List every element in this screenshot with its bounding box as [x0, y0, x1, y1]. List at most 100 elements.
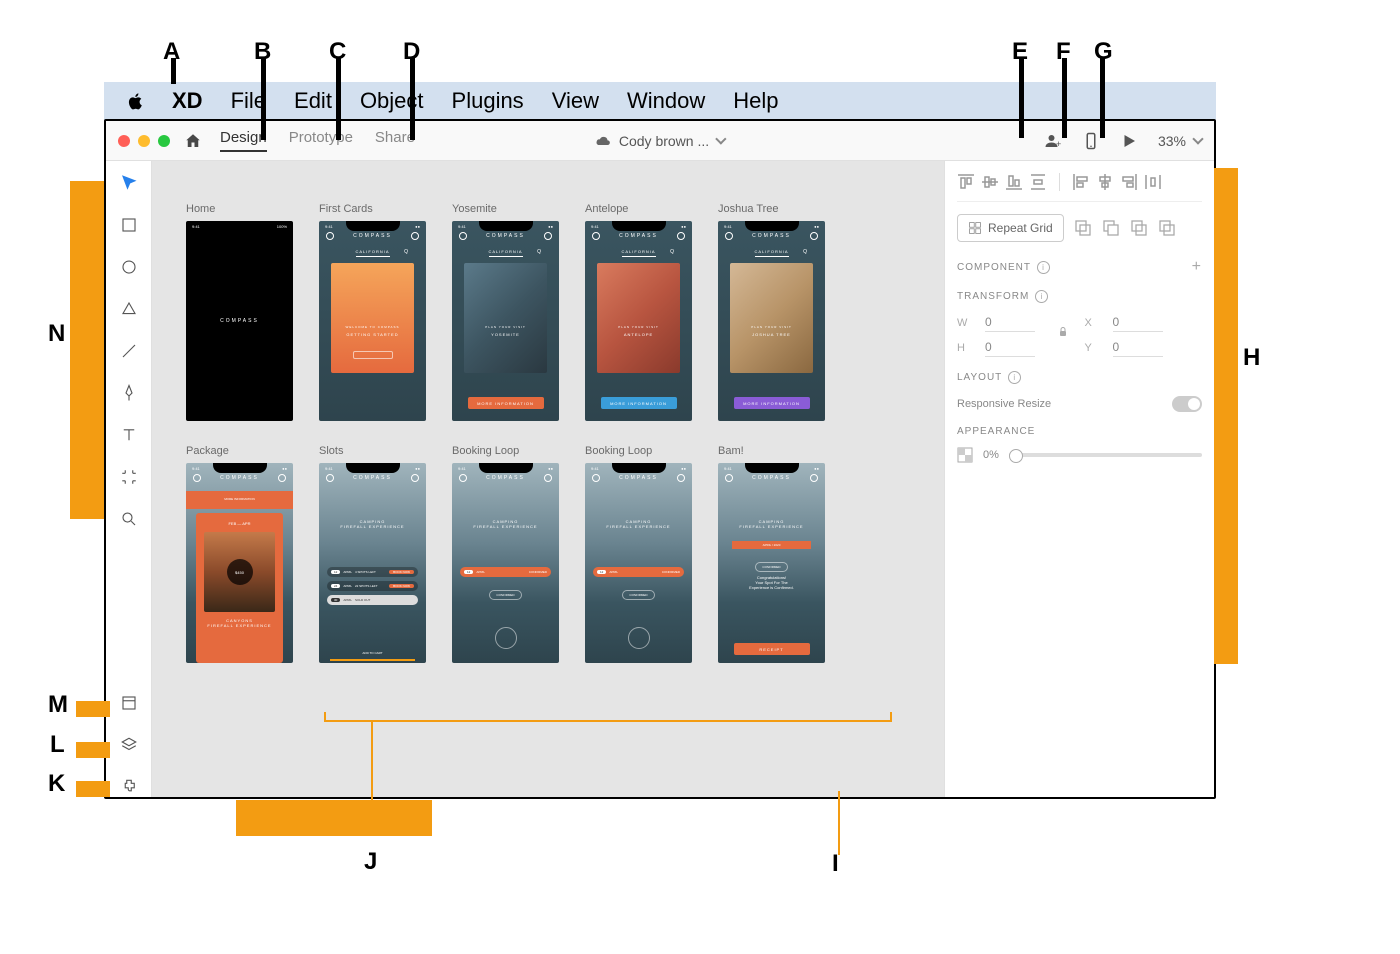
x-input[interactable] [1113, 313, 1163, 332]
tab-prototype[interactable]: Prototype [289, 129, 353, 152]
close-button[interactable] [118, 135, 130, 147]
tab-share[interactable]: Share [375, 129, 415, 152]
add-component-icon[interactable]: + [1192, 258, 1202, 276]
callout-block [1214, 168, 1238, 664]
menu-edit[interactable]: Edit [294, 88, 332, 114]
callout-f: F [1056, 38, 1071, 66]
artboard[interactable]: Booking Loop 9:41●● COMPASS CAMPINGFIREF… [452, 445, 559, 663]
align-center-icon[interactable] [1096, 173, 1114, 191]
select-tool[interactable] [119, 173, 139, 193]
line-tool[interactable] [119, 341, 139, 361]
info-button: MORE INFORMATION [734, 397, 810, 409]
menu-help[interactable]: Help [733, 88, 778, 114]
document-title[interactable]: Cody brown ... [595, 133, 725, 149]
tab-design[interactable]: Design [220, 129, 267, 152]
maximize-button[interactable] [158, 135, 170, 147]
menu-xd[interactable]: XD [172, 88, 203, 114]
workspace-tabs: Design Prototype Share [220, 129, 415, 152]
menu-plugins[interactable]: Plugins [452, 88, 524, 114]
align-middle-icon[interactable] [981, 173, 999, 191]
ellipse-tool[interactable] [119, 257, 139, 277]
play-icon[interactable] [1120, 132, 1138, 150]
artboard[interactable]: Booking Loop 9:41●● COMPASS CAMPINGFIREF… [585, 445, 692, 663]
canvas[interactable]: Home 9:41100% COMPASS First Cards 9:41●●… [152, 161, 944, 797]
distribute-h-icon[interactable] [1144, 173, 1162, 191]
polygon-tool[interactable] [119, 299, 139, 319]
callout-line [1062, 58, 1067, 138]
assets-panel-toggle[interactable] [119, 693, 139, 713]
callout-block [236, 800, 432, 836]
invite-icon[interactable]: + [1044, 132, 1062, 150]
play-circle-icon [628, 627, 650, 649]
app-window: Design Prototype Share Cody brown ... + … [104, 119, 1216, 799]
artboard[interactable]: Slots 9:41●● COMPASS CAMPINGFIREFALL EXP… [319, 445, 426, 663]
slot-row: 30APRILSOLD OUT [327, 595, 418, 605]
artboard-frame: 9:41●● COMPASS CAMPINGFIREFALL EXPERIENC… [452, 463, 559, 663]
responsive-toggle[interactable] [1172, 396, 1202, 412]
artboard[interactable]: Antelope 9:41●● COMPASS CALIFORNIAQ PLAN… [585, 203, 692, 421]
boolean-subtract-icon[interactable] [1102, 219, 1120, 237]
menu-window[interactable]: Window [627, 88, 705, 114]
opacity-slider[interactable] [1009, 453, 1202, 457]
info-icon[interactable]: i [1008, 371, 1021, 384]
y-input[interactable] [1113, 338, 1163, 357]
boolean-intersect-icon[interactable] [1130, 219, 1148, 237]
device-preview-icon[interactable] [1082, 132, 1100, 150]
info-button: MORE INFORMATION [601, 397, 677, 409]
artboard[interactable]: Joshua Tree 9:41●● COMPASS CALIFORNIAQ P… [718, 203, 825, 421]
align-bottom-icon[interactable] [1005, 173, 1023, 191]
artboard-label: Antelope [585, 203, 692, 215]
lock-icon[interactable] [1057, 326, 1069, 338]
repeat-grid-label: Repeat Grid [988, 221, 1053, 235]
align-left-icon[interactable] [1072, 173, 1090, 191]
info-icon[interactable]: i [1037, 261, 1050, 274]
callout-c: C [329, 38, 346, 66]
boolean-add-icon[interactable] [1074, 219, 1092, 237]
artboard[interactable]: First Cards 9:41●● COMPASS CALIFORNIAQ W… [319, 203, 426, 421]
appearance-section: APPEARANCE [957, 426, 1202, 437]
callout-l: L [50, 731, 65, 759]
opacity-row: 0% [957, 447, 1202, 463]
zoom-select[interactable]: 33% [1158, 133, 1202, 149]
menu-view[interactable]: View [552, 88, 599, 114]
hero-card: PLAN YOUR VISIT ANTELOPE [597, 263, 680, 373]
splash-title: COMPASS [220, 318, 259, 324]
height-input[interactable] [985, 338, 1035, 357]
info-icon[interactable]: i [1035, 290, 1048, 303]
artboard[interactable]: Yosemite 9:41●● COMPASS CALIFORNIAQ PLAN… [452, 203, 559, 421]
artboard-label: Slots [319, 445, 426, 457]
zoom-tool[interactable] [119, 509, 139, 529]
artboard-frame: 9:41●● COMPASS CALIFORNIAQ WELCOME TO CO… [319, 221, 426, 421]
rectangle-tool[interactable] [119, 215, 139, 235]
text-tool[interactable] [119, 425, 139, 445]
app-title: COMPASS [319, 233, 426, 239]
align-top-icon[interactable] [957, 173, 975, 191]
callout-i: I [832, 850, 839, 878]
distribute-v-icon[interactable] [1029, 173, 1047, 191]
callout-n: N [48, 320, 65, 348]
titlebar: Design Prototype Share Cody brown ... + … [106, 121, 1214, 161]
artboard-tool[interactable] [119, 467, 139, 487]
repeat-grid-button[interactable]: Repeat Grid [957, 214, 1064, 242]
plugins-panel-toggle[interactable] [119, 777, 139, 797]
hero-card: WELCOME TO COMPASS GETTING STARTED [331, 263, 414, 373]
layers-panel-toggle[interactable] [119, 735, 139, 755]
home-icon[interactable] [184, 132, 202, 150]
artboard-label: Package [186, 445, 293, 457]
callout-e: E [1012, 38, 1028, 66]
minimize-button[interactable] [138, 135, 150, 147]
width-input[interactable] [985, 313, 1035, 332]
pen-tool[interactable] [119, 383, 139, 403]
callout-g: G [1094, 38, 1113, 66]
artboard[interactable]: Bam! 9:41●● COMPASS CAMPINGFIREFALL EXPE… [718, 445, 825, 663]
artboard-frame: 9:41●● COMPASS CAMPINGFIREFALL EXPERIENC… [718, 463, 825, 663]
callout-h: H [1243, 344, 1260, 372]
boolean-exclude-icon[interactable] [1158, 219, 1176, 237]
align-right-icon[interactable] [1120, 173, 1138, 191]
callout-a: A [163, 38, 180, 66]
artboard-frame: 9:41●● COMPASS CALIFORNIAQ PLAN YOUR VIS… [718, 221, 825, 421]
artboard[interactable]: Home 9:41100% COMPASS [186, 203, 293, 421]
layout-section: LAYOUT i [957, 371, 1202, 384]
transform-section: TRANSFORM i [957, 290, 1202, 303]
artboard[interactable]: Package 9:41●● COMPASS MORE INFORMATION … [186, 445, 293, 663]
